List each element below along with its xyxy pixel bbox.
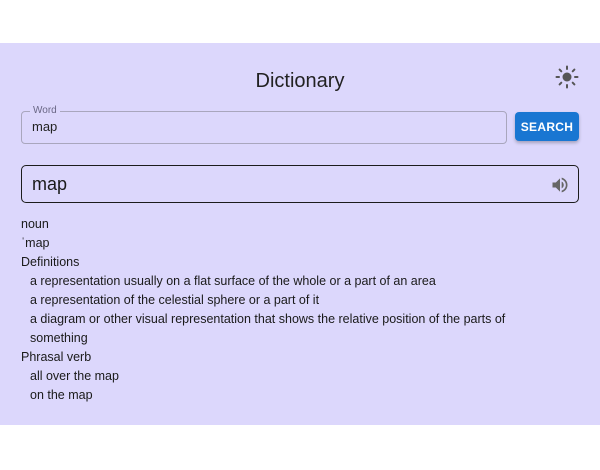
definition-item: a representation usually on a flat surfa… xyxy=(30,274,436,288)
page-title: Dictionary xyxy=(255,70,345,92)
phrasal-verb-item: on the map xyxy=(30,388,93,402)
word-field-label: Word xyxy=(30,105,60,117)
word-input[interactable]: map xyxy=(32,119,57,134)
phrasal-verb-item: all over the map xyxy=(30,369,119,383)
theme-toggle-button[interactable] xyxy=(555,65,579,89)
definition-content: noun ˈmap Definitions a representation u… xyxy=(21,215,581,405)
definition-item: a diagram or other visual representation… xyxy=(30,312,506,345)
speaker-icon xyxy=(552,177,568,193)
sun-icon xyxy=(555,65,579,89)
phonetic: ˈmap xyxy=(21,236,50,250)
phrasal-verb-heading: Phrasal verb xyxy=(21,350,92,364)
pronounce-button[interactable] xyxy=(550,175,570,195)
definitions-heading: Definitions xyxy=(21,255,80,269)
part-of-speech: noun xyxy=(21,217,49,231)
result-word: map xyxy=(32,174,68,194)
result-word-box: map xyxy=(21,165,579,203)
definition-item: a representation of the celestial sphere… xyxy=(30,293,320,307)
search-button[interactable]: SEARCH xyxy=(515,112,579,141)
dictionary-app: Dictionary Word map SEARCH map noun ˈmap… xyxy=(0,43,600,425)
word-field[interactable]: Word map xyxy=(21,105,507,144)
